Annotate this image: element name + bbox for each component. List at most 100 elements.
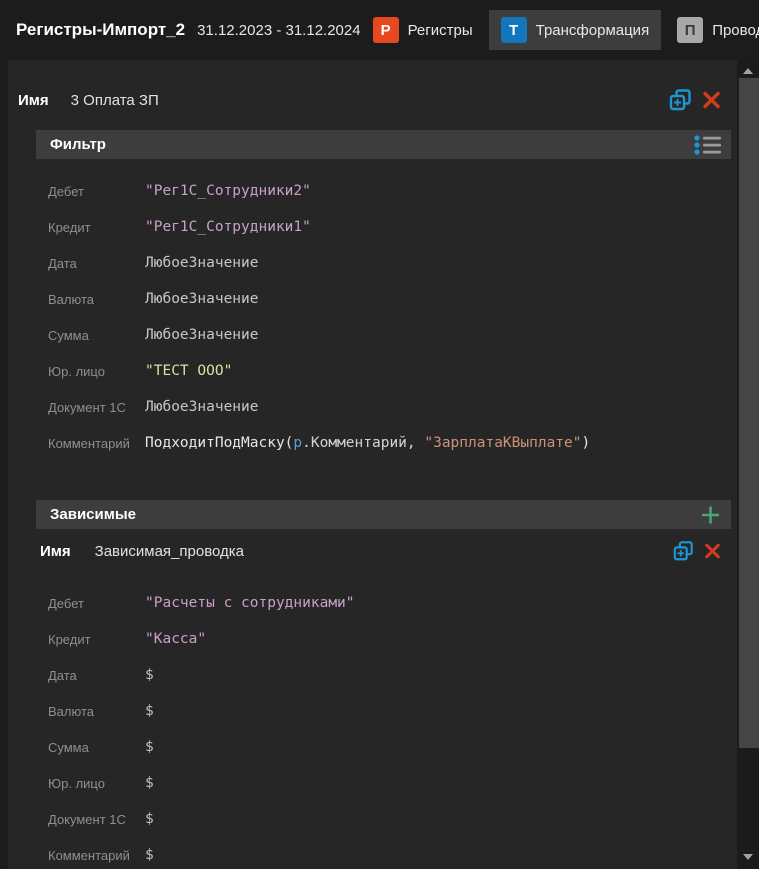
field-value[interactable]: ЛюбоеЗначение — [145, 327, 259, 343]
filter-fields: Дебет "Рег1С_Сотрудники2" Кредит "Рег1С_Сот… — [8, 173, 737, 461]
value-segment: $ — [145, 775, 154, 791]
field-value[interactable]: $ — [145, 775, 154, 791]
dependent-name-value[interactable]: Зависимая_проводка — [95, 543, 244, 560]
transformation-tab-icon: Т — [500, 17, 527, 43]
value-segment: $ — [145, 703, 154, 719]
field-label: Комментарий — [48, 847, 130, 863]
record-name-label: Имя — [18, 91, 49, 109]
field-label: Дата — [48, 667, 77, 683]
value-segment: $ — [145, 667, 154, 683]
field-label: Комментарий — [48, 435, 130, 451]
page-title: Регистры-Импорт_2 — [16, 20, 186, 39]
field-label: Сумма — [48, 327, 89, 343]
field-row: Валюта ЛюбоеЗначение — [8, 281, 737, 317]
value-segment: $ — [145, 739, 154, 755]
tab-label: Трансформация — [535, 21, 650, 39]
field-value[interactable]: $ — [145, 739, 154, 755]
field-label: Валюта — [48, 291, 94, 307]
value-segment: ЛюбоеЗначение — [145, 399, 259, 415]
value-segment: р — [293, 435, 303, 451]
scrollbar-thumb[interactable] — [739, 78, 759, 748]
list-icon — [694, 134, 721, 155]
transformation-panel: Имя 3 Оплата ЗП Фильтр Дебет "Рег1С_Сотр… — [8, 60, 737, 869]
value-segment: $ — [145, 847, 154, 863]
value-segment: ЛюбоеЗначение — [145, 255, 259, 271]
filter-section-title: Фильтр — [50, 136, 106, 153]
field-value[interactable]: ПодходитПодМаску(р.Комментарий, "Зарплат… — [145, 435, 590, 451]
dependents-section-title: Зависимые — [50, 506, 136, 523]
field-row: Юр. лицо "ТЕСТ ООО" — [8, 353, 737, 389]
field-label: Дебет — [48, 183, 84, 199]
value-segment: ПодходитПодМаску( — [145, 435, 294, 451]
tab-registers[interactable]: Р Регистры — [361, 10, 485, 50]
field-label: Кредит — [48, 219, 91, 235]
value-segment: .Комментарий, — [302, 435, 425, 451]
field-row: Дебет "Рег1С_Сотрудники2" — [8, 173, 737, 209]
close-icon — [705, 543, 720, 559]
field-value[interactable]: $ — [145, 847, 154, 863]
field-value[interactable]: $ — [145, 811, 154, 827]
field-label: Юр. лицо — [48, 775, 105, 791]
field-row: Кредит "Касса" — [8, 621, 737, 657]
filter-list-button[interactable] — [694, 134, 721, 155]
field-value[interactable]: "ТЕСТ ООО" — [145, 363, 232, 379]
value-segment: "Рег1С_Сотрудники2" — [145, 183, 311, 199]
add-dependent-button[interactable] — [700, 504, 721, 525]
field-value[interactable]: "Рег1С_Сотрудники1" — [145, 219, 311, 235]
delete-record-button[interactable] — [702, 91, 721, 110]
scroll-up-arrow-icon[interactable] — [743, 68, 753, 74]
field-label: Кредит — [48, 631, 91, 647]
field-value[interactable]: $ — [145, 667, 154, 683]
filter-section-header: Фильтр — [36, 130, 731, 159]
value-segment: "Рег1С_Сотрудники1" — [145, 219, 311, 235]
field-value[interactable]: ЛюбоеЗначение — [145, 255, 259, 271]
field-row: Документ 1С $ — [8, 801, 737, 837]
field-label: Дебет — [48, 595, 84, 611]
top-bar: Регистры-Импорт_2 31.12.2023 - 31.12.202… — [0, 0, 759, 60]
field-label: Документ 1С — [48, 399, 126, 415]
field-row: Сумма ЛюбоеЗначение — [8, 317, 737, 353]
tab-postings[interactable]: П Проводки — [665, 10, 759, 50]
date-range: 31.12.2023 - 31.12.2024 — [197, 21, 361, 39]
value-segment: "ТЕСТ ООО" — [145, 363, 233, 379]
field-value[interactable]: "Расчеты с сотрудниками" — [145, 595, 355, 611]
field-row: Сумма $ — [8, 729, 737, 765]
close-icon — [703, 91, 720, 109]
duplicate-icon — [669, 89, 691, 111]
field-row: Юр. лицо $ — [8, 765, 737, 801]
vertical-scrollbar[interactable] — [737, 60, 759, 869]
value-segment: "Касса" — [145, 631, 207, 647]
record-name-value[interactable]: 3 Оплата ЗП — [71, 92, 159, 109]
field-row: Комментарий $ — [8, 837, 737, 869]
postings-tab-icon: П — [677, 17, 704, 43]
field-label: Юр. лицо — [48, 363, 105, 379]
plus-icon — [702, 506, 719, 523]
field-label: Валюта — [48, 703, 94, 719]
field-value[interactable]: "Касса" — [145, 631, 206, 647]
duplicate-record-button[interactable] — [669, 89, 692, 112]
field-value[interactable]: ЛюбоеЗначение — [145, 291, 259, 307]
scroll-down-arrow-icon[interactable] — [743, 854, 753, 860]
delete-dependent-button[interactable] — [704, 543, 721, 560]
field-value[interactable]: "Рег1С_Сотрудники2" — [145, 183, 311, 199]
tab-label: Регистры — [407, 21, 473, 39]
field-value[interactable]: ЛюбоеЗначение — [145, 399, 259, 415]
field-label: Сумма — [48, 739, 89, 755]
dependent-name-label: Имя — [40, 542, 71, 560]
record-name-row: Имя 3 Оплата ЗП — [8, 86, 737, 114]
field-row: Дата $ — [8, 657, 737, 693]
value-segment: "Расчеты с сотрудниками" — [145, 595, 355, 611]
registers-tab-icon: Р — [372, 17, 399, 43]
value-segment: $ — [145, 811, 154, 827]
field-row: Валюта $ — [8, 693, 737, 729]
field-label: Дата — [48, 255, 77, 271]
field-value[interactable]: $ — [145, 703, 154, 719]
tab-transformation[interactable]: Т Трансформация — [488, 10, 662, 50]
tab-label: Проводки — [712, 21, 759, 39]
field-row: Комментарий ПодходитПодМаску(р.Комментари… — [8, 425, 737, 461]
field-label: Документ 1С — [48, 811, 126, 827]
field-row: Дата ЛюбоеЗначение — [8, 245, 737, 281]
field-row: Кредит "Рег1С_Сотрудники1" — [8, 209, 737, 245]
value-segment: ЛюбоеЗначение — [145, 327, 259, 343]
duplicate-dependent-button[interactable] — [673, 541, 694, 562]
